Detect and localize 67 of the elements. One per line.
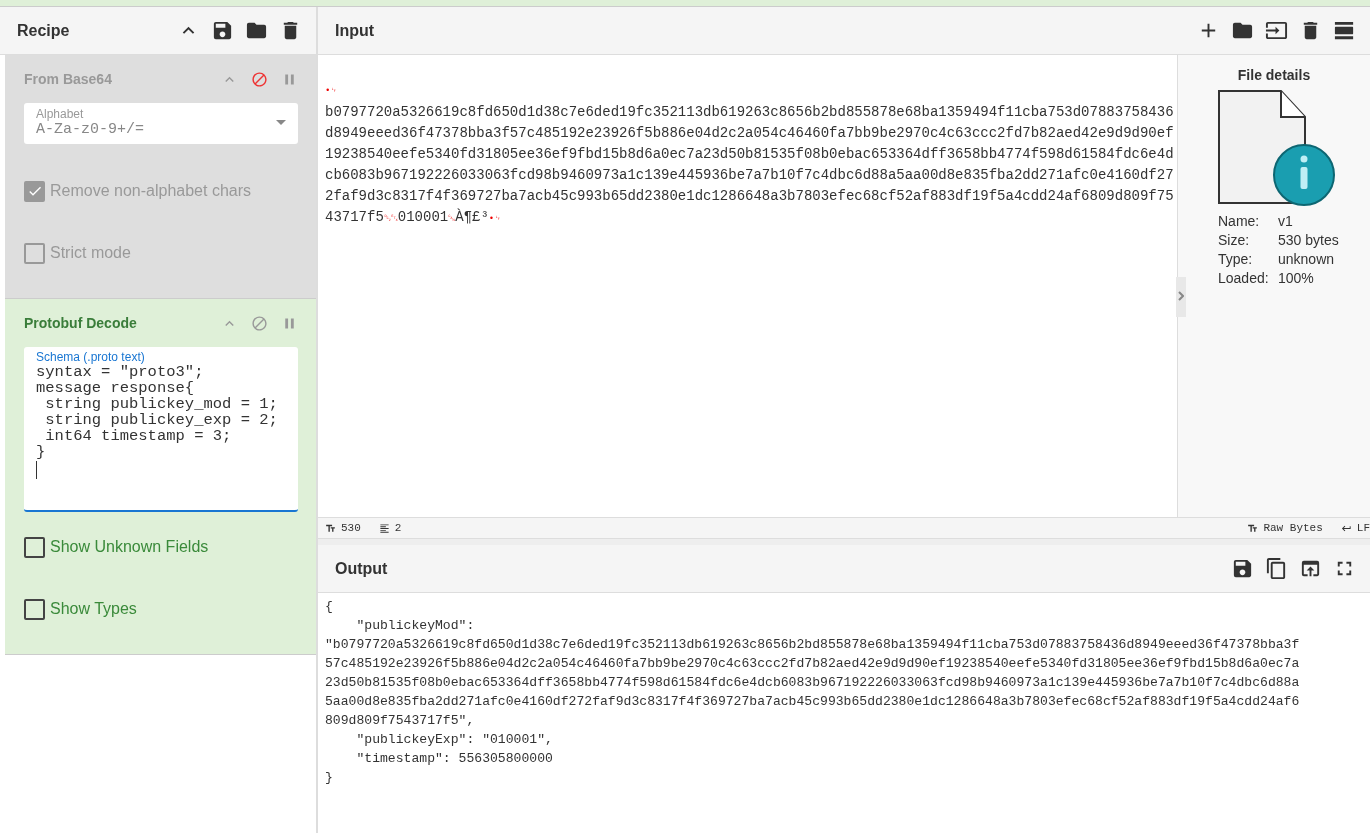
input-text: cb6083b967192226033063fcd98b9460973a1c139e445936be7a7b10f7c4dbc6d88a5aa00d8e835fba2dd271afc0e4160df27 <box>325 167 1174 183</box>
panel-title: Recipe <box>17 21 71 40</box>
control-character: • <box>488 214 495 224</box>
eol-label[interactable]: LF <box>1356 522 1370 534</box>
output-line: "publickeyMod": <box>355 617 476 635</box>
control-character: ␘ <box>448 214 456 224</box>
collapse-handle[interactable] <box>1176 277 1186 317</box>
output-line: { <box>325 598 334 616</box>
panel-title: Output <box>335 559 389 578</box>
control-character: ␒ <box>383 214 391 224</box>
output-line: 23d50b81535f08b0ebac653364dff3658bb4774f598d61584fdc6e4dcb6083b967192226033063fcd98b9460973a1c139e445936be7a7b10f7c4dbc6d88a <box>325 674 1301 692</box>
control-character: ␃ <box>390 214 398 224</box>
detail-label: Type: <box>1218 251 1254 267</box>
input-text: 43717f5 <box>325 209 384 225</box>
field-value: A-Za-z0-9+/= <box>36 121 145 138</box>
encoding-icon <box>1247 522 1259 534</box>
checkbox-label: Show Types <box>50 600 137 618</box>
code-line: string publickey_mod = 1; <box>44 396 279 412</box>
caret-icon <box>276 120 286 125</box>
output-line: } <box>325 769 334 787</box>
line-count: 2 <box>394 522 402 534</box>
control-character: ␊ <box>494 214 502 224</box>
characters-icon <box>325 522 336 534</box>
output-line: "publickeyExp": "010001", <box>355 731 554 749</box>
checkbox[interactable] <box>24 598 45 620</box>
copy-icon[interactable] <box>1264 556 1288 581</box>
character-count: 530 <box>341 522 361 534</box>
detail-value: 100% <box>1278 270 1315 286</box>
code-line: message response{ <box>36 380 196 396</box>
input-text: d8949eeed36f47378bba3f57c485192e23926f5b886e04d2c2a054c46460fa7bb9be2970c4c63ccc2fd7b82aed42e9d9d90ef <box>325 125 1174 141</box>
control-character: ␊ <box>330 86 338 96</box>
checkbox-label: Show Unknown Fields <box>50 538 209 556</box>
operation-name: Protobuf Decode <box>24 315 138 331</box>
control-character: • <box>325 86 331 96</box>
input-text: 19238540eefe5340fd31805ee36ef9fbd15b8d6a0ec7a23d50b81535f08b0ebac653364dff3658bb4774f598d61584fdc6e4d <box>325 146 1174 162</box>
output-line: "b0797720a5326619c8fd650d1d38c7e6ded19fc352113db619263c8656b2bd855878e68ba1359494f11cba753d07883758436d8949eeed36f47378bba3f <box>325 636 1301 654</box>
output-line: 809d809f7543717f5", <box>325 712 476 730</box>
details-title: File details <box>1237 67 1311 83</box>
detail-value: v1 <box>1278 213 1294 229</box>
detail-label: Loaded: <box>1218 270 1270 286</box>
input-text: 2faf9d3c8317f4f369727ba7acb45c993b65dd2380e1dc1286648a3b7803efec68cf52af883df19f5a4cdd24af6809d809f75 <box>325 188 1174 204</box>
operation-name: From Base64 <box>24 71 113 87</box>
field-label: Alphabet <box>36 107 85 121</box>
checkbox[interactable] <box>24 536 45 558</box>
output-line: 57c485192e23926f5b886e04d2c2a054c46460fa7bb9be2970c4c63ccc2fd7b82aed42e9d9d90ef19238540eefe5340fd31805ee36ef9fbd15b8d6a0ec7a <box>325 655 1301 673</box>
code-line: string publickey_exp = 2; <box>44 412 279 428</box>
code-line: syntax = "proto3"; <box>36 364 205 380</box>
chevron-icon <box>1178 291 1184 301</box>
input-text: À¶£³ <box>455 209 489 225</box>
input-text: 010001 <box>397 209 449 225</box>
panel-title: Input <box>335 21 376 40</box>
code-line: } <box>36 444 47 460</box>
lines-icon <box>378 522 390 534</box>
schema-textarea[interactable]: Schema (.proto text) syntax = "proto3"; message response{ string publickey_mod = 1; string publickey_exp = 2; int64 timestamp = 3; } <box>24 347 298 512</box>
checkbox-label: Remove non-alphabet chars <box>50 182 251 200</box>
detail-value: 530 bytes <box>1278 232 1339 248</box>
detail-label: Size: <box>1218 232 1251 248</box>
detail-value: unknown <box>1278 251 1336 267</box>
code-line: int64 timestamp = 3; <box>44 428 233 444</box>
output-line: 5aa00d8e835fba2dd271afc0e4160df272faf9d3c8317f4f369727ba7acb45c993b65dd2380e1dc1286648a3b7803efec68cf52af883df19f5a4cdd24af6 <box>325 693 1301 711</box>
encoding-label[interactable]: Raw Bytes <box>1263 522 1323 534</box>
field-label: Schema (.proto text) <box>36 350 145 364</box>
input-text: b0797720a5326619c8fd650d1d38c7e6ded19fc352113db619263c8656b2bd855878e68ba1359494f11cba753d07883758436 <box>325 104 1174 120</box>
checkbox-label: Strict mode <box>50 244 131 262</box>
text-cursor <box>36 461 37 479</box>
detail-label: Name: <box>1218 213 1261 229</box>
output-line: "timestamp": 556305800000 <box>355 750 554 768</box>
